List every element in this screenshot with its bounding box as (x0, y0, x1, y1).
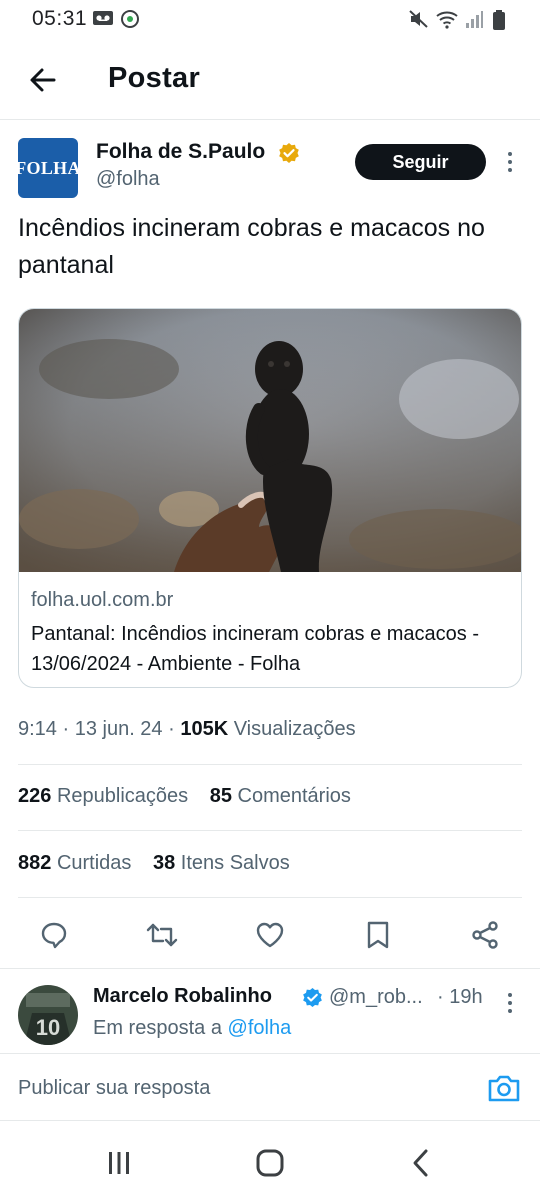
home-icon[interactable] (240, 1143, 300, 1183)
voicemail-icon (93, 11, 113, 25)
wifi-icon (436, 11, 458, 29)
arrow-left-icon[interactable] (24, 60, 64, 100)
saves-stat[interactable]: 38 Itens Salvos (153, 852, 290, 874)
author-handle[interactable]: @folha (96, 168, 160, 191)
recents-icon[interactable] (89, 1143, 149, 1183)
bookmark-icon[interactable] (358, 915, 398, 955)
like-icon[interactable] (250, 915, 290, 955)
divider (18, 897, 522, 898)
reposts-stat[interactable]: 226 Republicações (18, 785, 188, 807)
follow-button[interactable]: Seguir (355, 144, 486, 180)
mute-icon (409, 10, 428, 28)
more-options-icon[interactable] (500, 148, 520, 176)
verified-badge-icon (279, 143, 299, 163)
reply-avatar[interactable]: 10 (18, 985, 78, 1045)
comments-stat[interactable]: 85 Comentários (210, 785, 351, 807)
reply-author-name[interactable]: Marcelo Robalinho (93, 985, 272, 1008)
verified-badge-icon (303, 987, 322, 1008)
signal-icon (466, 11, 483, 28)
reply-avatar-number: 10 (36, 1015, 60, 1040)
views-count: 105K (180, 718, 229, 740)
reply-author-handle[interactable]: @m_rob... (329, 986, 423, 1009)
link-domain: folha.uol.com.br (31, 589, 174, 611)
status-time: 05:31 (32, 7, 88, 30)
divider (18, 830, 522, 831)
assistant-icon (121, 10, 139, 28)
author-name[interactable]: Folha de S.Paulo (96, 140, 265, 164)
top-app-bar: Postar (0, 38, 540, 120)
more-options-icon[interactable] (500, 989, 520, 1017)
status-bar: 05:31 (0, 0, 540, 38)
post-timestamp: 9:14 · 13 jun. 24 · (18, 718, 181, 740)
reply-time: · 19h (437, 986, 483, 1008)
post-actions (0, 905, 540, 965)
back-icon[interactable] (391, 1143, 451, 1183)
battery-icon (493, 10, 505, 30)
reply-item[interactable]: 10 Marcelo Robalinho @m_rob... · 19h Em … (0, 968, 540, 1053)
repost-icon[interactable] (142, 915, 182, 955)
system-nav-bar (0, 1125, 540, 1200)
post-meta: 9:14 · 13 jun. 24 · 105K Visualizações (18, 718, 356, 741)
reply-icon[interactable] (34, 915, 74, 955)
link-preview-card[interactable]: folha.uol.com.br Pantanal: Incêndios inc… (18, 308, 522, 688)
likes-stat[interactable]: 882 Curtidas (18, 852, 131, 874)
link-preview-image (19, 309, 521, 572)
camera-icon[interactable] (486, 1072, 522, 1104)
reply-mention-link[interactable]: @folha (228, 1017, 292, 1039)
reply-input[interactable] (18, 1072, 458, 1104)
stats-row-reposts: 226 Republicações 85 Comentários (18, 785, 351, 808)
divider (18, 764, 522, 765)
reply-composer (0, 1053, 540, 1121)
link-title: Pantanal: Incêndios incineram cobras e m… (31, 623, 480, 675)
reply-context: Em resposta a @folha (93, 1017, 292, 1039)
share-icon[interactable] (465, 915, 505, 955)
page-title: Postar (108, 62, 201, 94)
stats-row-likes: 882 Curtidas 38 Itens Salvos (18, 852, 290, 875)
views-label: Visualizações (233, 718, 356, 740)
post-text: Incêndios incineram cobras e macacos no … (18, 214, 485, 279)
author-avatar[interactable]: FOLHA (15, 138, 80, 198)
